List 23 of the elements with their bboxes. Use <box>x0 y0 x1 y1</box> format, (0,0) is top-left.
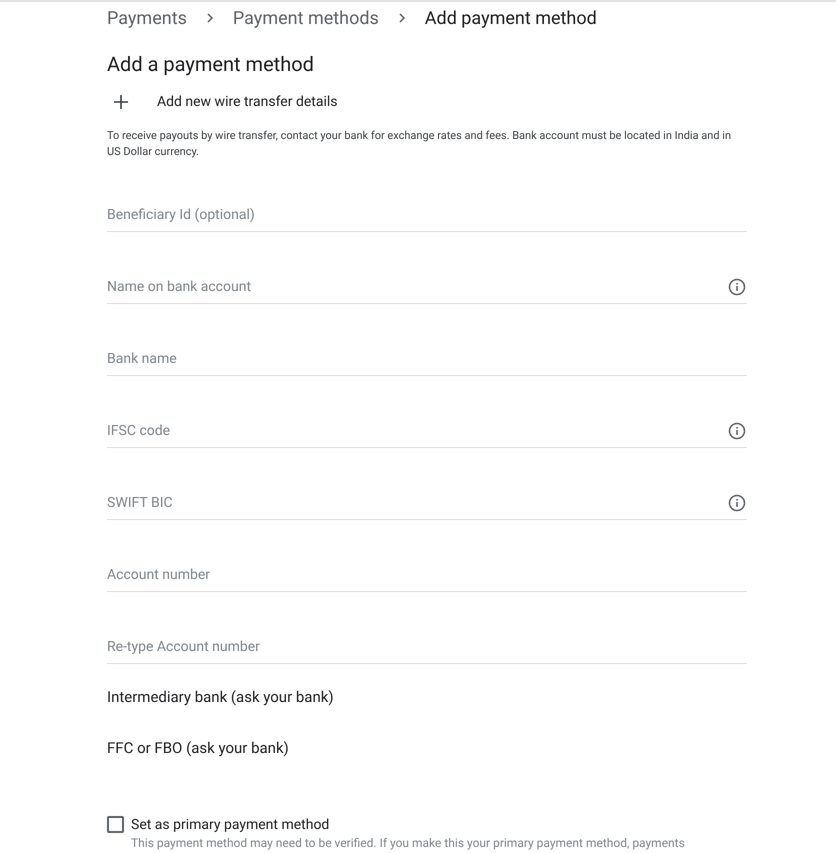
section-heading[interactable]: FFC or FBO (ask your bank) <box>107 736 747 759</box>
add-wire-transfer-button[interactable]: Add new wire transfer details <box>107 88 747 116</box>
input-field[interactable]: Re-type Account number <box>107 630 747 664</box>
checkbox-label: Set as primary payment method <box>131 816 330 835</box>
breadcrumb-link[interactable]: Payments <box>107 4 187 32</box>
wire-transfer-note: To receive payouts by wire transfer, contact your bank for exchange rates and fees. Bank account must be located in India and in US Dollar currency. <box>107 128 732 160</box>
input-field[interactable]: Bank name <box>107 342 747 376</box>
info-icon[interactable] <box>728 278 746 296</box>
chevron-icon <box>396 12 407 24</box>
checkbox[interactable] <box>107 816 124 833</box>
input-field[interactable]: IFSC code <box>107 414 747 448</box>
input-field[interactable]: Account number <box>107 558 747 592</box>
page-title: Add a payment method <box>107 51 315 78</box>
info-icon[interactable] <box>728 494 746 512</box>
input-field[interactable]: Name on bank account <box>107 270 747 304</box>
section-heading[interactable]: Intermediary bank (ask your bank) <box>107 686 747 708</box>
input-field[interactable]: SWIFT BIC <box>107 486 747 520</box>
breadcrumb-link[interactable]: Payment methods <box>232 4 379 32</box>
plus-icon <box>113 94 129 110</box>
input-field[interactable]: Beneficiary Id (optional) <box>107 198 747 232</box>
chevron-icon <box>204 12 215 24</box>
info-icon[interactable] <box>728 422 746 440</box>
checkbox-hint: This payment method may need to be verified. If you make this your primary payment method, payments <box>131 835 685 851</box>
